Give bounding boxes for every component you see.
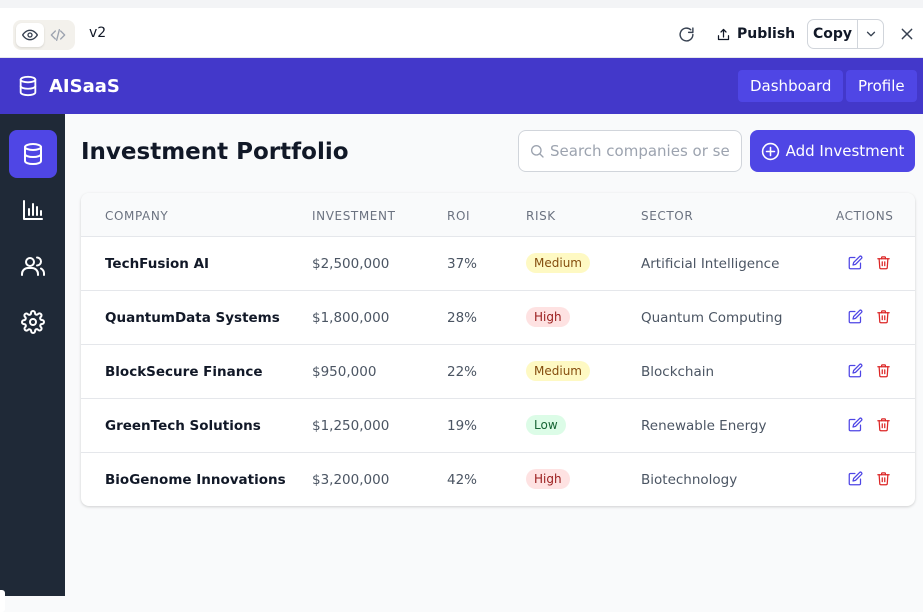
risk-badge: Medium bbox=[526, 361, 590, 381]
roi-value: 28% bbox=[447, 310, 478, 326]
view-toggle bbox=[13, 20, 75, 50]
close-icon bbox=[901, 28, 913, 40]
plus-circle-icon bbox=[761, 142, 779, 160]
users-icon bbox=[21, 256, 45, 276]
risk-badge: High bbox=[526, 469, 570, 489]
portfolio-table: Company Investment ROI Risk Sector Actio… bbox=[81, 193, 915, 506]
refresh-button[interactable] bbox=[676, 24, 696, 44]
sidebar-item-database[interactable] bbox=[9, 130, 57, 178]
copy-button-group: Copy bbox=[807, 19, 884, 49]
copy-button[interactable]: Copy bbox=[808, 20, 858, 48]
company-name: GreenTech Solutions bbox=[105, 418, 261, 434]
edit-icon bbox=[848, 363, 862, 377]
column-header-company: Company bbox=[105, 209, 169, 223]
investment-amount: $1,250,000 bbox=[312, 418, 390, 434]
add-investment-button[interactable]: Add Investment bbox=[750, 130, 915, 172]
table-row: BioGenome Innovations $3,200,000 42% Hig… bbox=[81, 453, 915, 506]
code-toggle-button[interactable] bbox=[44, 23, 72, 47]
settings-icon bbox=[21, 310, 45, 334]
roi-value: 19% bbox=[447, 418, 478, 434]
editor-toolbar: v2 Publish Copy bbox=[0, 0, 923, 58]
sidebar-resize-handle[interactable] bbox=[0, 590, 5, 612]
preview-toggle-button[interactable] bbox=[16, 23, 44, 47]
brand-logo[interactable]: AISaaS bbox=[17, 74, 120, 98]
table-row: QuantumData Systems $1,800,000 28% High … bbox=[81, 291, 915, 345]
search-input[interactable] bbox=[550, 132, 730, 170]
roi-value: 42% bbox=[447, 472, 478, 488]
code-icon bbox=[50, 29, 66, 41]
column-header-sector: Sector bbox=[641, 209, 694, 223]
column-header-actions: Actions bbox=[836, 209, 894, 223]
edit-icon bbox=[848, 255, 862, 269]
risk-badge: Medium bbox=[526, 253, 590, 273]
company-name: BioGenome Innovations bbox=[105, 472, 286, 488]
version-label: v2 bbox=[89, 25, 107, 41]
edit-button[interactable] bbox=[846, 415, 864, 433]
trash-icon bbox=[876, 255, 890, 269]
column-header-investment: Investment bbox=[312, 209, 396, 223]
page-title: Investment Portfolio bbox=[81, 139, 349, 165]
trash-icon bbox=[876, 309, 890, 323]
company-name: BlockSecure Finance bbox=[105, 364, 263, 380]
company-name: QuantumData Systems bbox=[105, 310, 280, 326]
edit-button[interactable] bbox=[846, 469, 864, 487]
close-button[interactable] bbox=[897, 24, 917, 44]
app-header: AISaaS Dashboard Profile bbox=[0, 58, 923, 114]
add-investment-label: Add Investment bbox=[785, 142, 905, 160]
edit-button[interactable] bbox=[846, 307, 864, 325]
edit-icon bbox=[848, 417, 862, 431]
chevron-down-icon bbox=[866, 31, 875, 37]
publish-button[interactable]: Publish bbox=[716, 21, 795, 47]
database-icon bbox=[24, 143, 42, 165]
sector-name: Renewable Energy bbox=[641, 418, 767, 434]
investment-amount: $950,000 bbox=[312, 364, 377, 380]
company-name: TechFusion AI bbox=[105, 256, 210, 272]
investment-amount: $3,200,000 bbox=[312, 472, 390, 488]
profile-nav-button[interactable]: Profile bbox=[846, 70, 917, 102]
delete-button[interactable] bbox=[874, 469, 892, 487]
trash-icon bbox=[876, 417, 890, 431]
delete-button[interactable] bbox=[874, 307, 892, 325]
publish-label: Publish bbox=[737, 26, 796, 42]
investment-amount: $2,500,000 bbox=[312, 256, 390, 272]
eye-icon bbox=[22, 29, 38, 41]
search-box bbox=[518, 130, 742, 172]
edit-button[interactable] bbox=[846, 253, 864, 271]
roi-value: 37% bbox=[447, 256, 478, 272]
edit-icon bbox=[848, 309, 862, 323]
risk-badge: Low bbox=[526, 415, 566, 435]
refresh-icon bbox=[678, 26, 694, 42]
delete-button[interactable] bbox=[874, 415, 892, 433]
column-header-roi: ROI bbox=[447, 209, 471, 223]
brand-name: AISaaS bbox=[49, 75, 120, 97]
database-icon bbox=[19, 75, 37, 97]
sidebar bbox=[0, 114, 65, 612]
sector-name: Biotechnology bbox=[641, 472, 738, 488]
roi-value: 22% bbox=[447, 364, 478, 380]
sidebar-item-settings[interactable] bbox=[9, 298, 57, 346]
trash-icon bbox=[876, 471, 890, 485]
column-header-risk: Risk bbox=[526, 209, 556, 223]
search-icon bbox=[529, 143, 545, 163]
edit-button[interactable] bbox=[846, 361, 864, 379]
delete-button[interactable] bbox=[874, 361, 892, 379]
copy-options-button[interactable] bbox=[858, 20, 883, 48]
sector-name: Quantum Computing bbox=[641, 310, 783, 326]
sector-name: Artificial Intelligence bbox=[641, 256, 780, 272]
upload-icon bbox=[717, 28, 730, 40]
table-row: GreenTech Solutions $1,250,000 19% Low R… bbox=[81, 399, 915, 453]
risk-badge: High bbox=[526, 307, 570, 327]
table-header: Company Investment ROI Risk Sector Actio… bbox=[81, 193, 915, 237]
sidebar-item-analytics[interactable] bbox=[9, 186, 57, 234]
sector-name: Blockchain bbox=[641, 364, 715, 380]
investment-amount: $1,800,000 bbox=[312, 310, 390, 326]
trash-icon bbox=[876, 363, 890, 377]
table-row: TechFusion AI $2,500,000 37% Medium Arti… bbox=[81, 237, 915, 291]
edit-icon bbox=[848, 471, 862, 485]
bar-chart-icon bbox=[23, 200, 43, 220]
dashboard-nav-button[interactable]: Dashboard bbox=[738, 70, 844, 102]
table-row: BlockSecure Finance $950,000 22% Medium … bbox=[81, 345, 915, 399]
sidebar-item-users[interactable] bbox=[9, 242, 57, 290]
delete-button[interactable] bbox=[874, 253, 892, 271]
